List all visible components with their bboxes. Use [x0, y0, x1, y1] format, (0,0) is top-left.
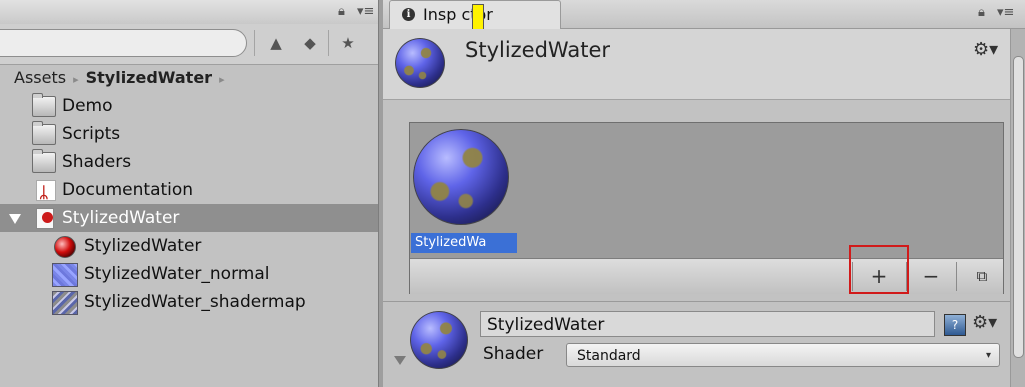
tree-item-label: StylizedWater_shadermap	[84, 292, 306, 312]
folder-icon	[32, 93, 56, 117]
material-gear-icon[interactable]: ⚙▾	[972, 312, 997, 333]
folder-icon	[32, 121, 56, 145]
section-divider	[383, 301, 1010, 302]
material-preview-thumbnail	[395, 38, 445, 88]
panel-menu-icon[interactable]: ▾≡	[997, 5, 1014, 20]
lock-icon[interactable]: 🔒︎	[338, 4, 345, 19]
preview-toolbar: + − ⧉	[410, 258, 1003, 294]
tree-item-label: Demo	[62, 96, 113, 116]
tree-item-label: StylizedWater	[62, 208, 180, 228]
search-input[interactable]	[0, 29, 247, 57]
tree-item-demo[interactable]: Demo	[0, 92, 378, 120]
add-button-highlight	[849, 245, 909, 294]
tree-item-stylizedwater-shadermap[interactable]: StylizedWater_shadermap	[0, 288, 378, 316]
project-panel: 🔒︎ ▾≡ ▲︎ ◆ ★ Assets ▸ StylizedWater ▸ Demo …	[0, 0, 378, 387]
tree-item-stylizedwater-normal[interactable]: StylizedWater_normal	[0, 260, 378, 288]
preview-item-label[interactable]: StylizedWa	[411, 233, 517, 253]
breadcrumb-assets[interactable]: Assets	[14, 68, 66, 87]
toolbar-divider	[254, 30, 255, 56]
filter-by-label-icon[interactable]: ◆	[296, 30, 324, 56]
toolbar-divider	[956, 262, 957, 291]
tree-item-label: Shaders	[62, 152, 132, 172]
tree-item-label: Documentation	[62, 180, 194, 200]
folder-icon	[32, 149, 56, 173]
foldout-arrow-icon[interactable]	[394, 356, 406, 365]
breadcrumb-separator-icon: ▸	[219, 73, 225, 86]
favorites-star-icon[interactable]: ★	[334, 30, 362, 56]
asset-title: StylizedWater	[465, 38, 611, 62]
material-icon	[54, 236, 76, 258]
tree-item-label: Scripts	[62, 124, 121, 144]
project-tab-bar: 🔒︎ ▾≡	[0, 0, 378, 25]
material-preview-sphere[interactable]	[413, 129, 509, 225]
tree-item-documentation[interactable]: ᛦ Documentation	[0, 176, 378, 204]
settings-gear-icon[interactable]: ⚙▾	[973, 39, 998, 60]
lock-icon[interactable]: 🔒︎	[978, 5, 985, 20]
shadermap-texture-icon	[52, 291, 78, 315]
material-thumbnail	[410, 311, 468, 369]
tree-item-shaders[interactable]: Shaders	[0, 148, 378, 176]
tree-item-stylizedwater-shader[interactable]: StylizedWater	[0, 204, 378, 232]
breadcrumb-separator-icon: ▸	[73, 73, 79, 86]
scrollbar-thumb[interactable]	[1013, 56, 1024, 358]
info-icon: i	[402, 8, 415, 21]
project-toolbar: ▲︎ ◆ ★	[0, 24, 378, 65]
breadcrumb-stylizedwater[interactable]: StylizedWater	[86, 68, 212, 87]
inspector-header: StylizedWater ⚙▾	[383, 29, 1025, 100]
shader-file-icon	[36, 208, 54, 229]
tree-item-label: StylizedWater	[84, 236, 202, 256]
shader-dropdown-value: Standard	[577, 348, 641, 364]
tree-item-stylizedwater-material[interactable]: StylizedWater	[0, 232, 378, 260]
remove-button[interactable]: −	[908, 263, 954, 289]
shader-label: Shader	[483, 344, 544, 364]
foldout-arrow-icon[interactable]	[9, 214, 21, 224]
asset-preview-area: StylizedWa + − ⧉	[409, 122, 1004, 294]
material-name-field[interactable]: StylizedWater	[480, 311, 935, 337]
help-book-icon[interactable]: ?	[944, 314, 966, 336]
breadcrumb: Assets ▸ StylizedWater ▸	[0, 64, 378, 92]
shader-dropdown[interactable]: Standard ▾	[566, 343, 1000, 367]
tree-item-scripts[interactable]: Scripts	[0, 120, 378, 148]
tree-item-label: StylizedWater_normal	[84, 264, 270, 284]
filter-by-type-icon[interactable]: ▲︎	[262, 30, 290, 56]
pdf-icon: ᛦ	[36, 180, 56, 202]
dropdown-arrow-icon: ▾	[985, 350, 991, 361]
panel-menu-icon[interactable]: ▾≡	[357, 4, 374, 19]
inspector-panel: i Insp ctor 🔒︎ ▾≡ StylizedWater ⚙▾ Styli…	[383, 0, 1025, 387]
copy-icon[interactable]: ⧉	[959, 263, 1005, 289]
normal-texture-icon	[52, 263, 78, 287]
toolbar-divider	[328, 30, 329, 56]
